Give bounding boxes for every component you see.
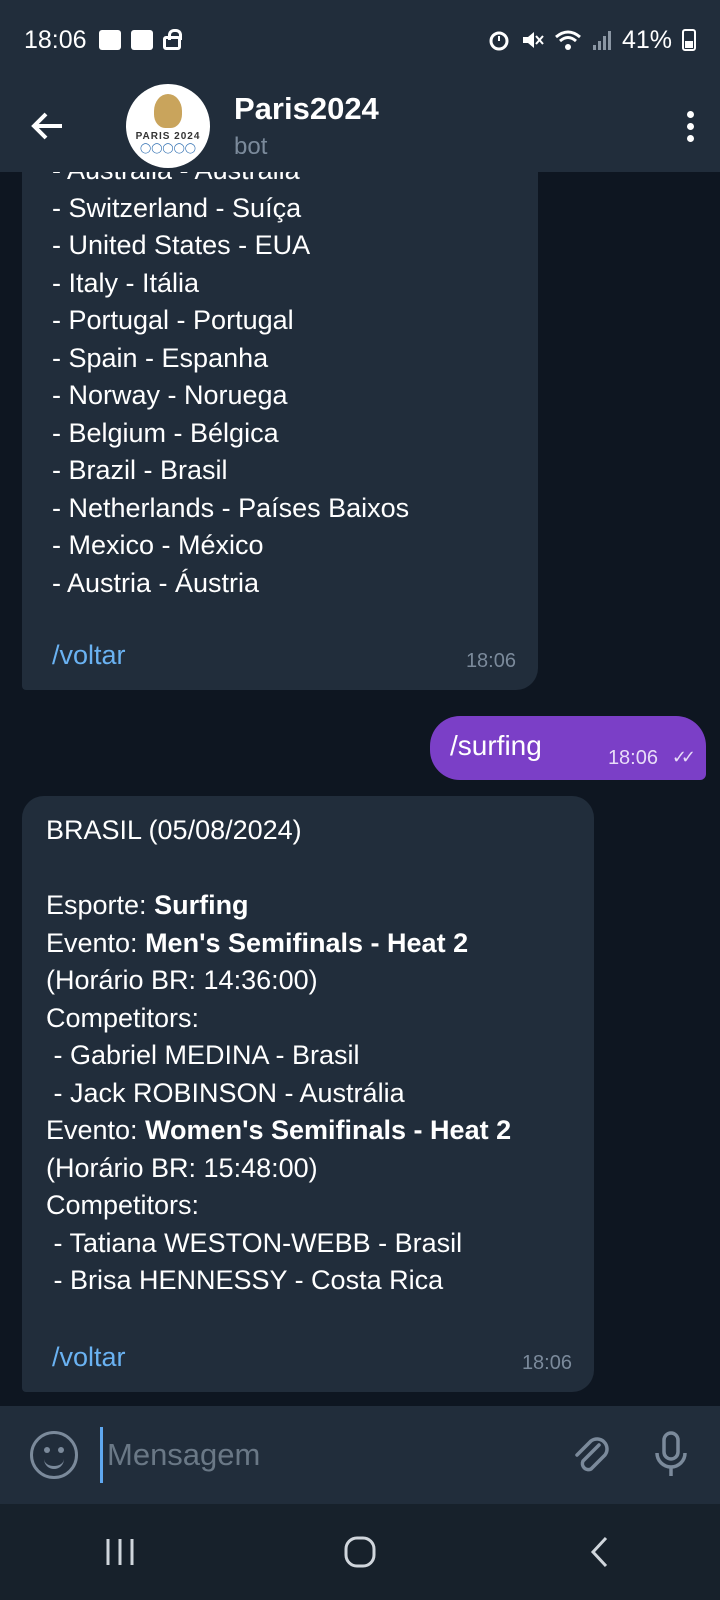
wifi-icon	[554, 30, 581, 50]
message-line: - Switzerland - Suíça	[52, 192, 302, 223]
more-vertical-dot	[686, 134, 694, 142]
event1-line: Evento: Men's Semifinals - Heat 2	[46, 925, 570, 963]
battery-icon	[682, 29, 696, 51]
message-time: 18:06	[465, 649, 516, 672]
home-icon	[344, 1536, 376, 1568]
chat-title-block[interactable]: Paris2024 bot	[234, 91, 379, 161]
bot-avatar[interactable]: PARIS 2024 ◯◯◯◯◯	[126, 84, 210, 168]
home-button[interactable]	[330, 1522, 390, 1582]
message-line: - Italy - Itália	[52, 267, 200, 298]
emoji-button[interactable]	[30, 1431, 78, 1479]
battery-percent: 41%	[621, 25, 672, 54]
message-line: - Spain - Espanha	[52, 342, 269, 373]
bot-message-countries: - Australia - Austrália - Switzerland - …	[22, 172, 538, 690]
bot-message-schedule: BRASIL (05/08/2024) Esporte: Surfing Eve…	[22, 796, 594, 1392]
paperclip-icon	[575, 1437, 609, 1472]
event1-name: Men's Semifinals - Heat 2	[145, 927, 469, 958]
back-button[interactable]	[0, 80, 96, 172]
system-navigation-bar	[0, 1504, 720, 1600]
competitor-line: - Tatiana WESTON-WEBB - Brasil	[46, 1227, 463, 1258]
chat-header: PARIS 2024 ◯◯◯◯◯ Paris2024 bot	[0, 80, 720, 172]
back-chevron-icon	[590, 1536, 608, 1568]
chat-subtitle: bot	[234, 133, 268, 160]
voltar-command-link[interactable]: /voltar	[52, 637, 126, 675]
lock-icon	[162, 29, 182, 50]
competitor-line: - Jack ROBINSON - Austrália	[46, 1077, 405, 1108]
status-time: 18:06	[24, 25, 87, 54]
message-text: /surfing	[450, 730, 542, 761]
more-vertical-icon	[686, 110, 694, 118]
competitor-line: - Brisa HENNESSY - Costa Rica	[46, 1265, 444, 1295]
event2-line: Evento: Women's Semifinals - Heat 2	[46, 1112, 570, 1150]
schedule-title: BRASIL (05/08/2024)	[46, 815, 302, 845]
avatar-logo-text: PARIS 2024	[135, 131, 201, 142]
message-line: - Brazil - Brasil	[52, 455, 228, 485]
message-line: - Austria - Áustria	[52, 567, 260, 598]
event1-time: (Horário BR: 14:36:00)	[46, 965, 318, 995]
sport-value: Surfing	[154, 890, 249, 920]
recent-apps-button[interactable]	[90, 1522, 150, 1582]
gallery-notification-icon	[98, 30, 121, 50]
competitors-label: Competitors:	[46, 1002, 200, 1033]
read-checkmarks-icon: ✓✓	[671, 747, 696, 767]
voice-record-button[interactable]	[646, 1430, 696, 1480]
message-line: - Belgium - Bélgica	[52, 417, 279, 448]
chat-history[interactable]: - Australia - Austrália - Switzerland - …	[0, 172, 720, 1406]
checkbox-notification-icon	[130, 30, 153, 50]
status-bar: 18:06 41%	[0, 0, 720, 80]
microphone-icon	[655, 1431, 687, 1476]
paris-flame-logo-icon	[154, 94, 182, 128]
signal-icon	[592, 31, 611, 50]
alarm-icon	[489, 31, 509, 51]
message-line: - Mexico - México	[52, 530, 264, 560]
message-input[interactable]	[100, 1427, 520, 1483]
olympic-rings-icon: ◯◯◯◯◯	[140, 143, 196, 154]
event2-time: (Horário BR: 15:48:00)	[46, 1152, 318, 1183]
more-options-button[interactable]	[660, 110, 720, 142]
event-label: Evento:	[46, 927, 146, 958]
voltar-command-link[interactable]: /voltar	[52, 1339, 126, 1377]
recent-apps-icon	[106, 1539, 134, 1565]
message-line: - Norway - Noruega	[52, 380, 288, 410]
system-back-button[interactable]	[570, 1522, 630, 1582]
message-line: - United States - EUA	[52, 230, 311, 260]
mute-icon	[522, 32, 544, 48]
message-time: 18:06	[607, 747, 658, 769]
attach-button[interactable]	[566, 1430, 616, 1480]
message-time: 18:06	[521, 1351, 572, 1374]
event-label: Evento:	[46, 1115, 146, 1145]
user-message-surfing: /surfing 18:06 ✓✓	[430, 716, 706, 780]
chat-title: Paris2024	[234, 91, 379, 126]
event2-name: Women's Semifinals - Heat 2	[145, 1115, 512, 1145]
more-vertical-dot	[686, 122, 694, 130]
competitor-line: - Gabriel MEDINA - Brasil	[46, 1040, 360, 1070]
message-composer	[0, 1406, 720, 1504]
message-line: - Australia - Austrália	[52, 172, 508, 190]
sport-line: Esporte: Surfing	[46, 887, 570, 925]
message-line: - Portugal - Portugal	[52, 305, 294, 335]
message-line: - Netherlands - Países Baixos	[52, 492, 410, 523]
sport-label: Esporte:	[46, 890, 155, 920]
arrow-left-icon	[31, 112, 62, 140]
competitors-label: Competitors:	[46, 1190, 200, 1220]
